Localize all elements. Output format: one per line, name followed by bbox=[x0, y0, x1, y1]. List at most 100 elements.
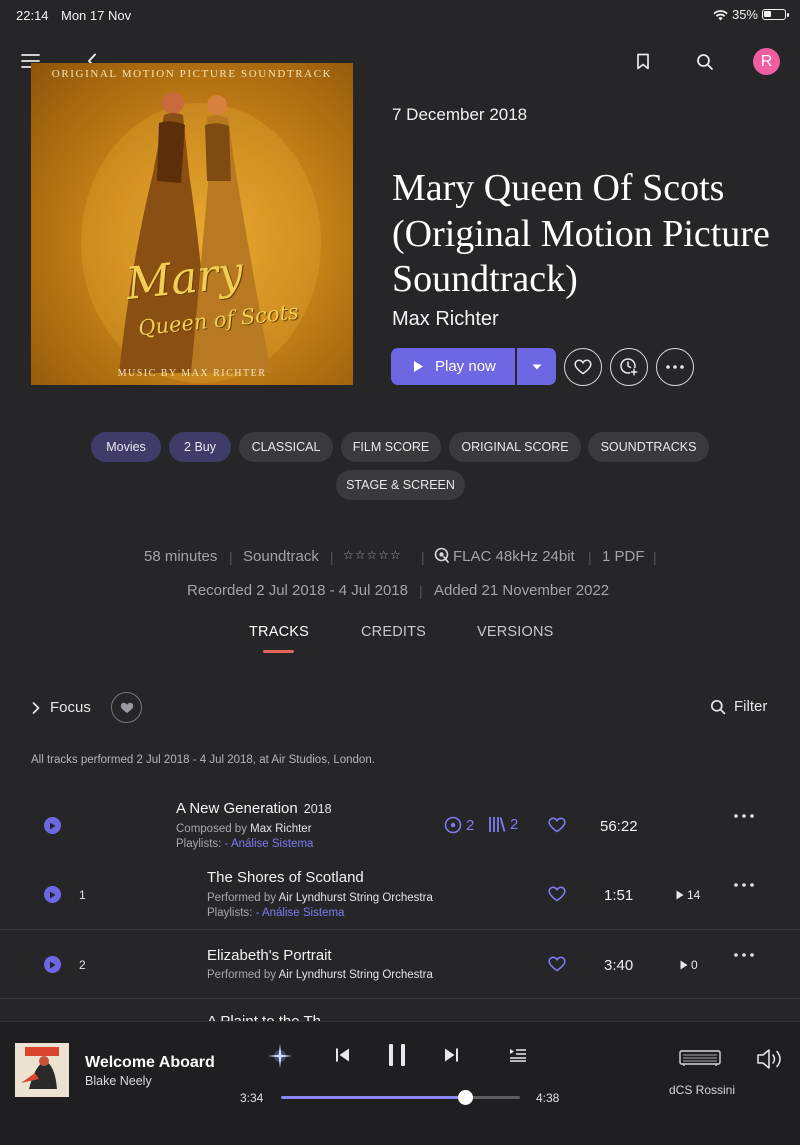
playlists-prefix: Playlists: bbox=[207, 907, 253, 919]
performer-link[interactable]: Air Lyndhurst String Orchestra bbox=[279, 969, 433, 981]
status-right: 35% bbox=[713, 7, 789, 22]
album-artist[interactable]: Max Richter bbox=[392, 308, 499, 331]
tag-soundtracks[interactable]: SOUNDTRACKS bbox=[588, 432, 709, 462]
chevron-right-icon bbox=[32, 701, 40, 714]
heart-icon bbox=[548, 886, 566, 902]
work-play-button[interactable] bbox=[44, 817, 61, 834]
track-play-button[interactable] bbox=[44, 886, 61, 903]
focus-label: Focus bbox=[50, 699, 91, 716]
tag-film-score[interactable]: FILM SCORE bbox=[341, 432, 441, 462]
meta-separator: | bbox=[421, 549, 425, 565]
bookmark-icon[interactable] bbox=[636, 53, 650, 70]
library-icon bbox=[488, 816, 506, 833]
work-year: 2018 bbox=[303, 802, 332, 816]
focus-toggle[interactable]: Focus bbox=[32, 699, 91, 716]
queue-list-icon[interactable] bbox=[509, 1048, 527, 1062]
track-performer-line: Performed by Air Lyndhurst String Orches… bbox=[207, 892, 433, 904]
work-more-button[interactable] bbox=[734, 814, 754, 818]
row-divider bbox=[0, 998, 800, 999]
work-favorite-button[interactable] bbox=[548, 817, 566, 833]
avatar[interactable]: R bbox=[753, 48, 780, 75]
track-more-button[interactable] bbox=[734, 883, 754, 887]
search-icon bbox=[710, 699, 726, 715]
ellipsis-icon bbox=[666, 365, 684, 369]
progress-knob[interactable] bbox=[458, 1090, 473, 1105]
favorite-button[interactable] bbox=[564, 348, 602, 386]
play-icon bbox=[49, 822, 56, 830]
track-title[interactable]: The Shores of Scotland bbox=[207, 869, 364, 886]
track-play-count: 0 bbox=[680, 958, 698, 972]
recorded-dates: Recorded 2 Jul 2018 - 4 Jul 2018 bbox=[187, 582, 408, 599]
work-title-line[interactable]: A New Generation 2018 bbox=[176, 800, 332, 817]
next-track-icon[interactable] bbox=[443, 1047, 459, 1063]
track-favorite-button[interactable] bbox=[548, 956, 566, 972]
add-to-queue-button[interactable] bbox=[610, 348, 648, 386]
tag-movies[interactable]: Movies bbox=[91, 432, 161, 462]
focus-favorite-button[interactable] bbox=[111, 692, 142, 723]
track-number: 1 bbox=[79, 888, 86, 902]
tag-stage-and-screen[interactable]: STAGE & SCREEN bbox=[336, 470, 465, 500]
search-icon[interactable] bbox=[696, 53, 714, 71]
play-now-button[interactable]: Play now bbox=[391, 348, 515, 385]
tag-classical[interactable]: CLASSICAL bbox=[239, 432, 333, 462]
total-time: 4:38 bbox=[536, 1091, 560, 1105]
caret-down-icon bbox=[532, 364, 542, 370]
play-icon bbox=[49, 961, 56, 969]
tag-original-score[interactable]: ORIGINAL SCORE bbox=[449, 432, 581, 462]
row-divider bbox=[0, 929, 800, 930]
tab-credits[interactable]: CREDITS bbox=[361, 624, 426, 640]
play-now-label: Play now bbox=[435, 358, 496, 375]
more-options-button[interactable] bbox=[656, 348, 694, 386]
track-more-button[interactable] bbox=[734, 953, 754, 957]
play-options-dropdown[interactable] bbox=[517, 348, 556, 385]
now-playing-artist[interactable]: Blake Neely bbox=[85, 1074, 152, 1088]
disc-count: 2 bbox=[466, 816, 475, 834]
pdf-booklet-link[interactable]: 1 PDF bbox=[602, 548, 645, 565]
volume-icon[interactable] bbox=[756, 1048, 786, 1070]
active-tab-indicator bbox=[263, 650, 294, 653]
wifi-icon bbox=[713, 9, 728, 21]
library-count-badge[interactable]: 2 bbox=[488, 816, 518, 833]
album-duration: 58 minutes bbox=[144, 548, 218, 565]
work-title: A New Generation bbox=[176, 800, 298, 817]
now-playing-artwork[interactable] bbox=[15, 1043, 69, 1097]
track-play-count: 14 bbox=[676, 888, 700, 902]
ellipsis-icon bbox=[734, 953, 754, 957]
playlist-link[interactable]: - Análise Sistema bbox=[256, 907, 345, 919]
composer-link[interactable]: Max Richter bbox=[250, 823, 311, 835]
sparkle-icon[interactable] bbox=[267, 1043, 293, 1069]
track-duration: 1:51 bbox=[604, 887, 634, 904]
battery-icon bbox=[762, 9, 789, 20]
tab-versions[interactable]: VERSIONS bbox=[477, 624, 554, 640]
track-favorite-button[interactable] bbox=[548, 886, 566, 902]
performed-by-prefix: Performed by bbox=[207, 892, 277, 904]
disc-icon bbox=[444, 816, 462, 834]
meta-separator: | bbox=[330, 549, 334, 565]
tab-tracks[interactable]: TRACKS bbox=[249, 624, 309, 640]
track-play-button[interactable] bbox=[44, 956, 61, 973]
track-playlists-line: Playlists: - Análise Sistema bbox=[207, 907, 344, 919]
release-date: 7 December 2018 bbox=[392, 105, 528, 124]
filter-button[interactable]: Filter bbox=[710, 698, 767, 715]
tag-2-buy[interactable]: 2 Buy bbox=[169, 432, 231, 462]
performer-link[interactable]: Air Lyndhurst String Orchestra bbox=[279, 892, 433, 904]
disc-count-badge[interactable]: 2 bbox=[444, 816, 474, 834]
work-duration: 56:22 bbox=[600, 818, 638, 835]
album-cover: ORIGINAL MOTION PICTURE SOUNDTRACK Mary … bbox=[31, 63, 353, 385]
track-number: 2 bbox=[79, 958, 86, 972]
rating-stars[interactable]: ☆☆☆☆☆ bbox=[343, 548, 402, 562]
audio-format: FLAC 48kHz 24bit bbox=[453, 548, 575, 565]
playlist-link[interactable]: - Análise Sistema bbox=[225, 838, 314, 850]
track-performer-line: Performed by Air Lyndhurst String Orches… bbox=[207, 969, 433, 981]
filter-label: Filter bbox=[734, 698, 768, 715]
performance-note: All tracks performed 2 Jul 2018 - 4 Jul … bbox=[31, 754, 375, 766]
track-duration: 3:40 bbox=[604, 957, 634, 974]
track-title[interactable]: Elizabeth's Portrait bbox=[207, 947, 332, 964]
pause-icon[interactable] bbox=[387, 1043, 407, 1067]
status-time: 22:14 bbox=[16, 8, 49, 23]
streamer-device-icon[interactable] bbox=[679, 1048, 721, 1068]
now-playing-title[interactable]: Welcome Aboard bbox=[85, 1054, 215, 1072]
previous-track-icon[interactable] bbox=[335, 1047, 351, 1063]
cover-figures-illustration bbox=[81, 92, 321, 383]
output-device-name[interactable]: dCS Rossini bbox=[669, 1083, 735, 1097]
